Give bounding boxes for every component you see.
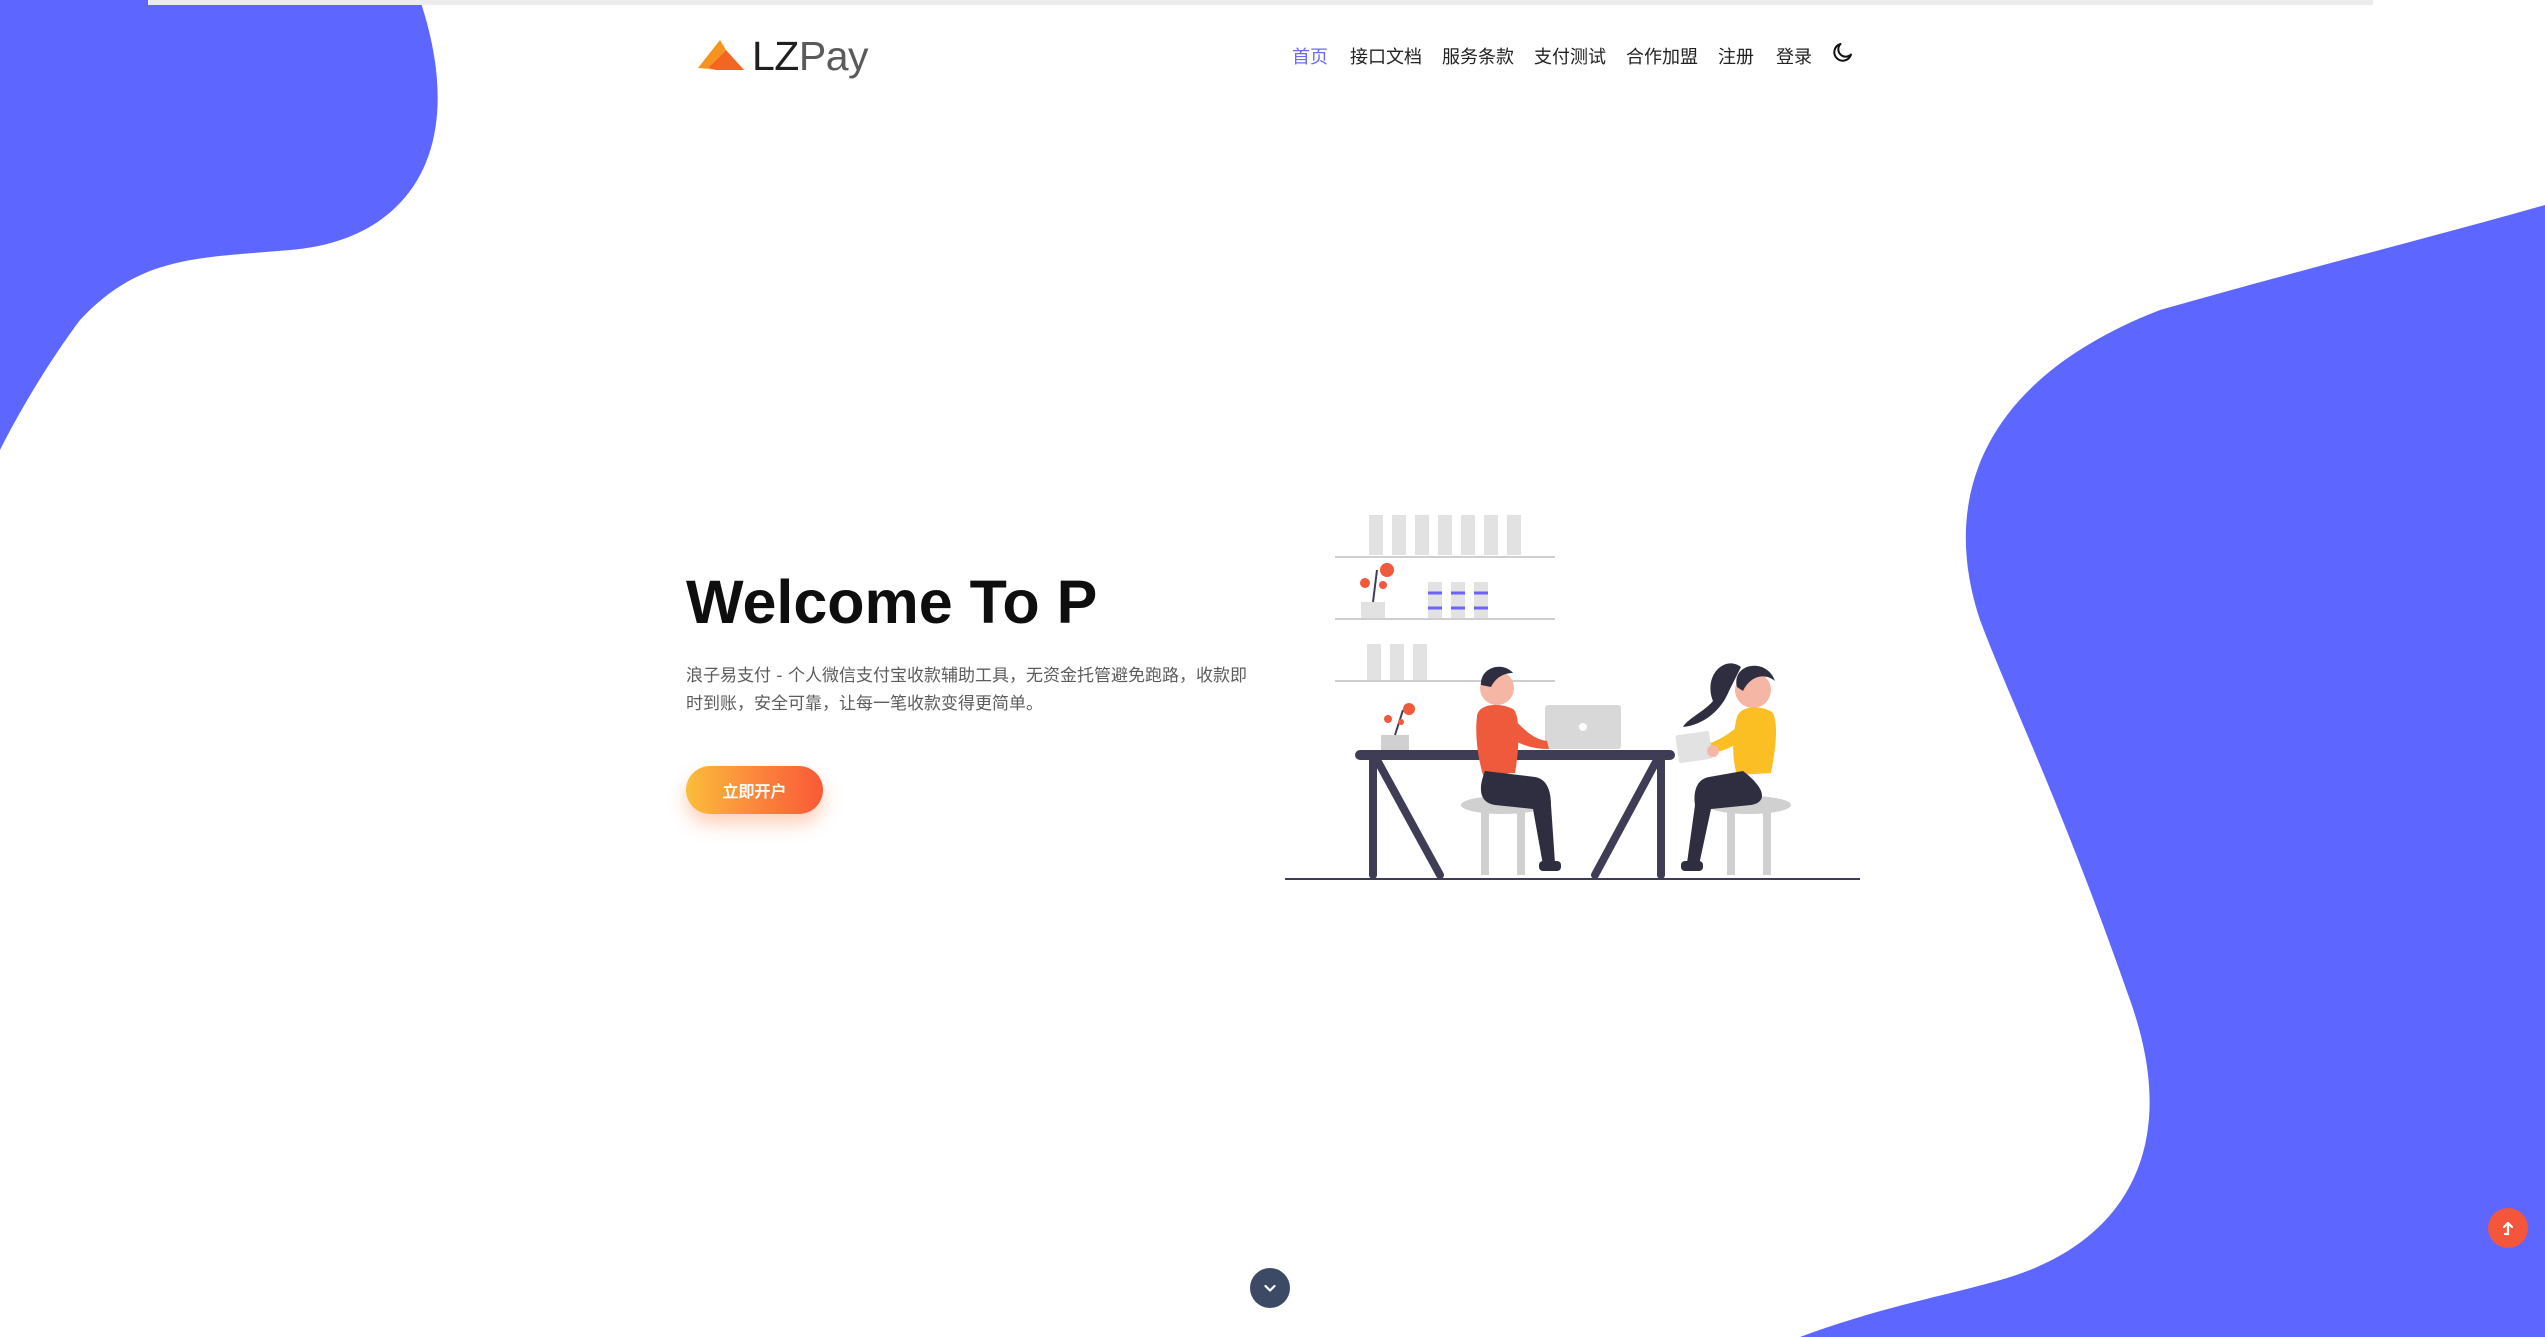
open-account-button[interactable]: 立即开户 — [686, 766, 823, 814]
nav-item-payment-test[interactable]: 支付测试 — [1534, 43, 1606, 69]
two-people-working-at-desk-illustration — [1285, 515, 1860, 880]
hero-title: Welcome To P — [686, 568, 1098, 636]
background-blob-shapes — [0, 0, 2545, 1337]
nav-item-api-docs[interactable]: 接口文档 — [1350, 43, 1422, 69]
hero-description: 浪子易支付 - 个人微信支付宝收款辅助工具，无资金托管避免跑路，收款即时到账，安… — [686, 666, 1247, 714]
main-nav: 首页 接口文档 服务条款 支付测试 合作加盟 注册 登录 — [0, 38, 2545, 74]
nav-item-partnership[interactable]: 合作加盟 — [1626, 43, 1698, 69]
top-progress-strip — [148, 0, 2373, 5]
nav-item-register[interactable]: 注册 — [1718, 43, 1754, 69]
back-to-top-button[interactable] — [2488, 1208, 2528, 1248]
landing-page: LZPay 首页 接口文档 服务条款 支付测试 合作加盟 注册 登录 Welco… — [0, 0, 2545, 1337]
moon-icon[interactable] — [1831, 40, 1855, 64]
nav-item-terms[interactable]: 服务条款 — [1442, 43, 1514, 69]
nav-item-login[interactable]: 登录 — [1776, 43, 1812, 69]
chevron-down-icon — [1264, 1284, 1276, 1292]
arrow-up-icon — [2502, 1221, 2514, 1236]
nav-item-home[interactable]: 首页 — [1292, 43, 1328, 69]
scroll-down-button[interactable] — [1250, 1268, 1290, 1308]
